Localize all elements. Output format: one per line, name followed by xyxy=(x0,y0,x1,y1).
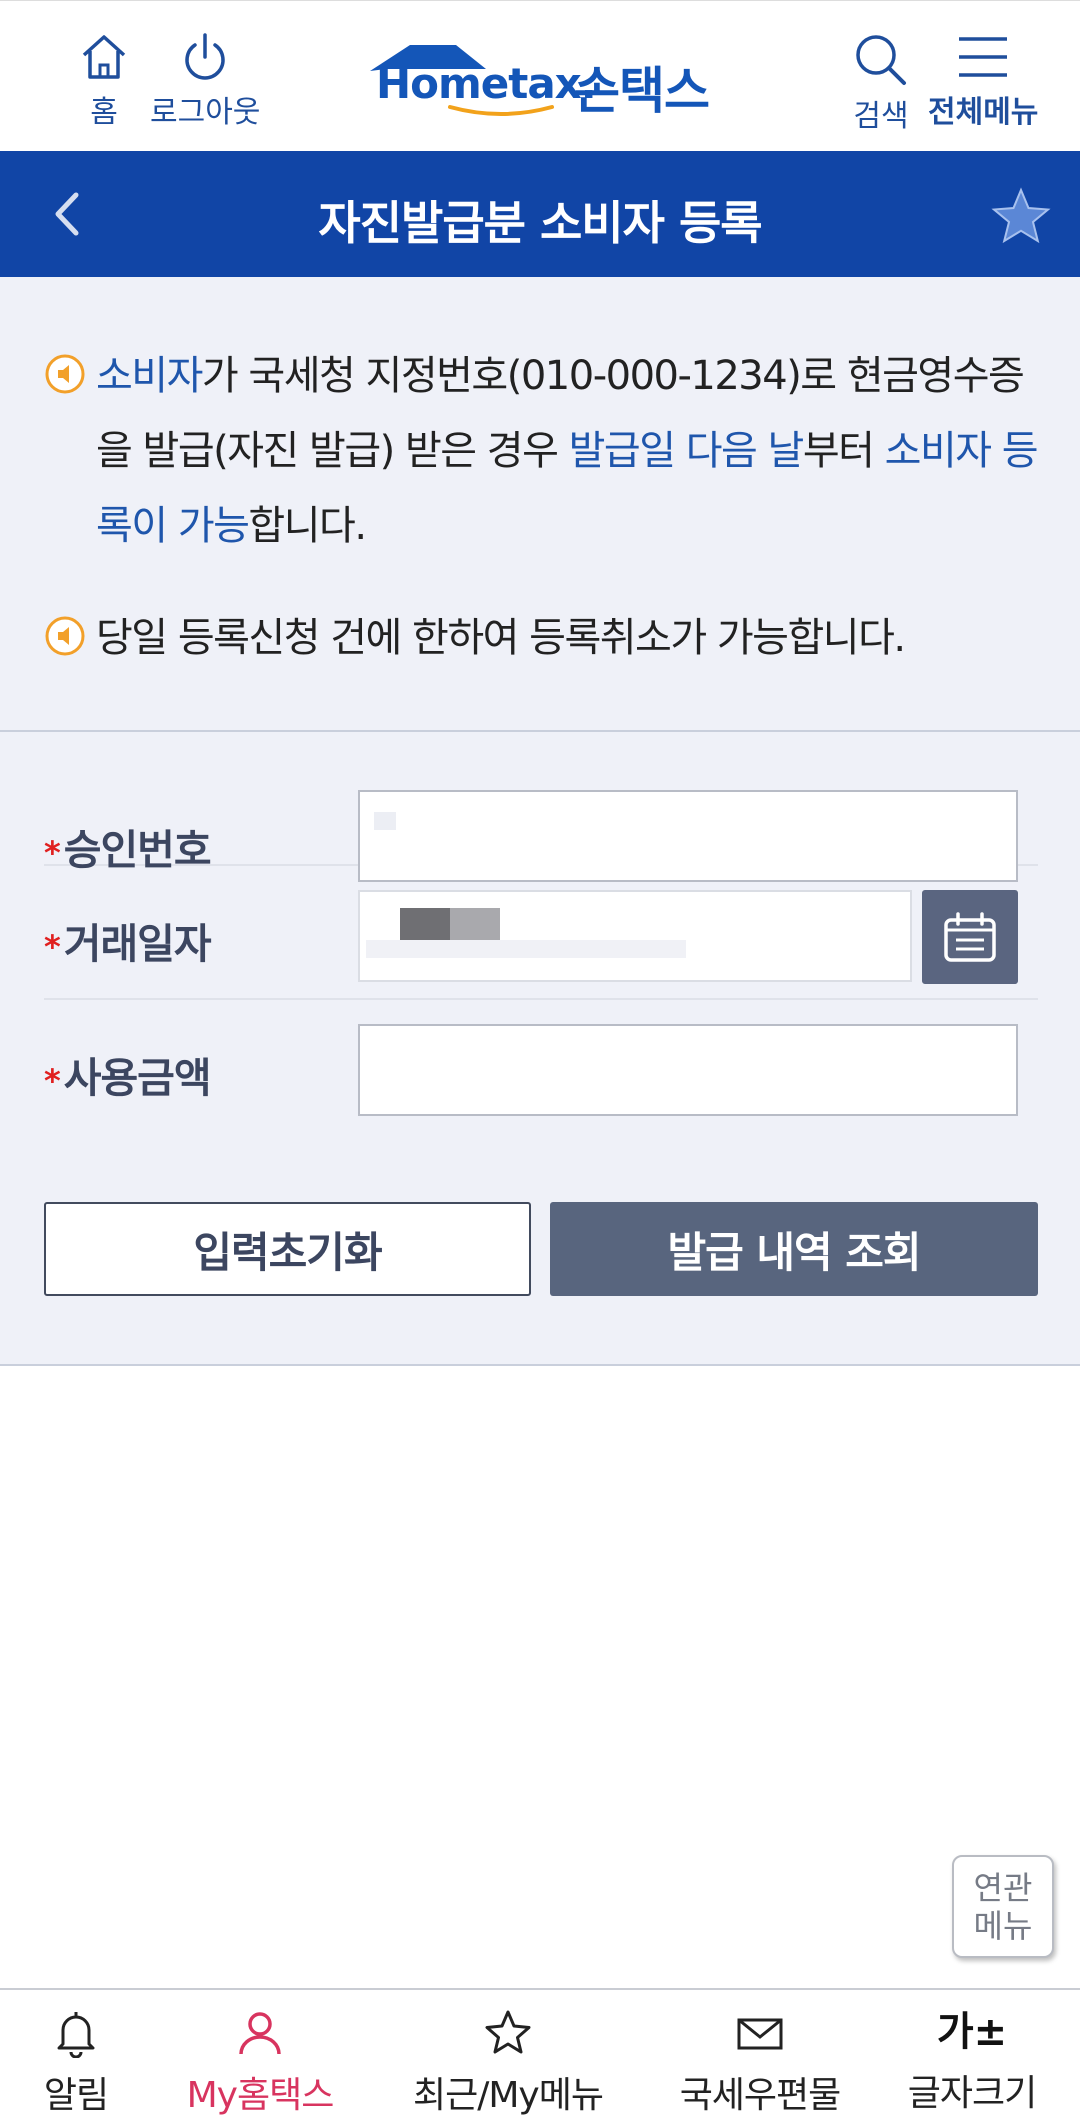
text-size-icon: 가± xyxy=(936,2009,1008,2055)
nav-notifications-label: 알림 xyxy=(43,2075,109,2116)
calendar-button[interactable] xyxy=(922,890,1018,984)
nav-recent-my-menu-label: 최근/My메뉴 xyxy=(413,2075,604,2116)
reset-button[interactable]: 입력초기화 xyxy=(44,1202,531,1296)
nav-tax-mail[interactable]: 국세우편물 xyxy=(650,2008,870,2118)
registration-form: *승인번호 *거래일자 *사용금액 입력초기화 발급 내역 조회 xyxy=(0,732,1080,1366)
logo-smile-icon xyxy=(448,105,554,116)
notice-text-2: 당일 등록신청 건에 한하여 등록취소가 가능합니다. xyxy=(96,615,906,661)
nav-font-size[interactable]: 가± 글자크기 xyxy=(862,2008,1080,2116)
speaker-icon xyxy=(45,616,85,656)
star-icon xyxy=(485,2010,531,2054)
page-title-bar: 자진발급분 소비자 등록 xyxy=(0,151,1080,277)
nav-font-size-label: 글자크기 xyxy=(907,2073,1037,2114)
top-header: 홈 로그아웃 Hometax. 손택스 검색 전체메뉴 xyxy=(0,0,1080,151)
full-menu-label: 전체메뉴 xyxy=(928,95,1039,130)
transaction-date-label: *거래일자 xyxy=(44,920,212,968)
notice-text-1: 소비자가 국세청 지정번호(010-000-1234)로 현금영수증을 발급(자… xyxy=(96,353,1039,549)
logo-korean: 손택스 xyxy=(574,62,710,120)
hamburger-icon xyxy=(959,37,1008,77)
nav-my-hometax[interactable]: My홈택스 xyxy=(150,2008,370,2118)
amount-input[interactable] xyxy=(358,1024,1018,1116)
transaction-date-input[interactable] xyxy=(358,890,912,982)
notice-panel: 소비자가 국세청 지정번호(010-000-1234)로 현금영수증을 발급(자… xyxy=(0,277,1080,732)
nav-recent-my-menu[interactable]: 최근/My메뉴 xyxy=(398,2008,618,2118)
nav-my-hometax-label: My홈택스 xyxy=(186,2075,335,2116)
amount-row: *사용금액 xyxy=(44,1000,1038,1134)
bottom-navigation: 알림 My홈택스 최근/My메뉴 국세우편물 가± 글자크기 xyxy=(0,1988,1080,2124)
search-label: 검색 xyxy=(853,99,909,134)
related-menu-button[interactable]: 연관 메뉴 xyxy=(952,1855,1054,1958)
hometax-logo[interactable]: Hometax. 손택스 xyxy=(366,39,726,120)
home-icon xyxy=(82,35,126,79)
approval-number-row: *승인번호 xyxy=(44,732,1038,882)
related-menu-label-2: 메뉴 xyxy=(973,1906,1033,1945)
logo-english: Hometax. xyxy=(376,59,597,108)
calendar-icon xyxy=(944,912,996,962)
favorite-star-icon[interactable] xyxy=(990,186,1052,248)
speaker-icon xyxy=(45,354,85,394)
home-label: 홈 xyxy=(90,95,118,130)
notice-item: 당일 등록신청 건에 한하여 등록취소가 가능합니다. xyxy=(44,601,1044,676)
logout-label: 로그아웃 xyxy=(150,95,261,130)
mail-icon xyxy=(737,2018,783,2050)
logout-button[interactable]: 로그아웃 xyxy=(150,31,260,131)
person-icon xyxy=(239,2012,281,2055)
bell-icon xyxy=(57,2012,95,2058)
related-menu-label-1: 연관 xyxy=(973,1868,1033,1907)
search-icon xyxy=(856,35,906,85)
home-button[interactable]: 홈 xyxy=(78,31,130,131)
transaction-date-row: *거래일자 xyxy=(44,866,1038,1000)
notice-item: 소비자가 국세청 지정번호(010-000-1234)로 현금영수증을 발급(자… xyxy=(44,339,1044,564)
amount-label: *사용금액 xyxy=(44,1054,212,1102)
issued-history-search-button[interactable]: 발급 내역 조회 xyxy=(550,1202,1038,1296)
full-menu-button[interactable]: 전체메뉴 xyxy=(928,31,1038,131)
power-icon xyxy=(185,33,225,80)
nav-tax-mail-label: 국세우편물 xyxy=(679,2075,842,2116)
search-button[interactable]: 검색 xyxy=(852,31,910,135)
page-title: 자진발급분 소비자 등록 xyxy=(318,196,762,250)
